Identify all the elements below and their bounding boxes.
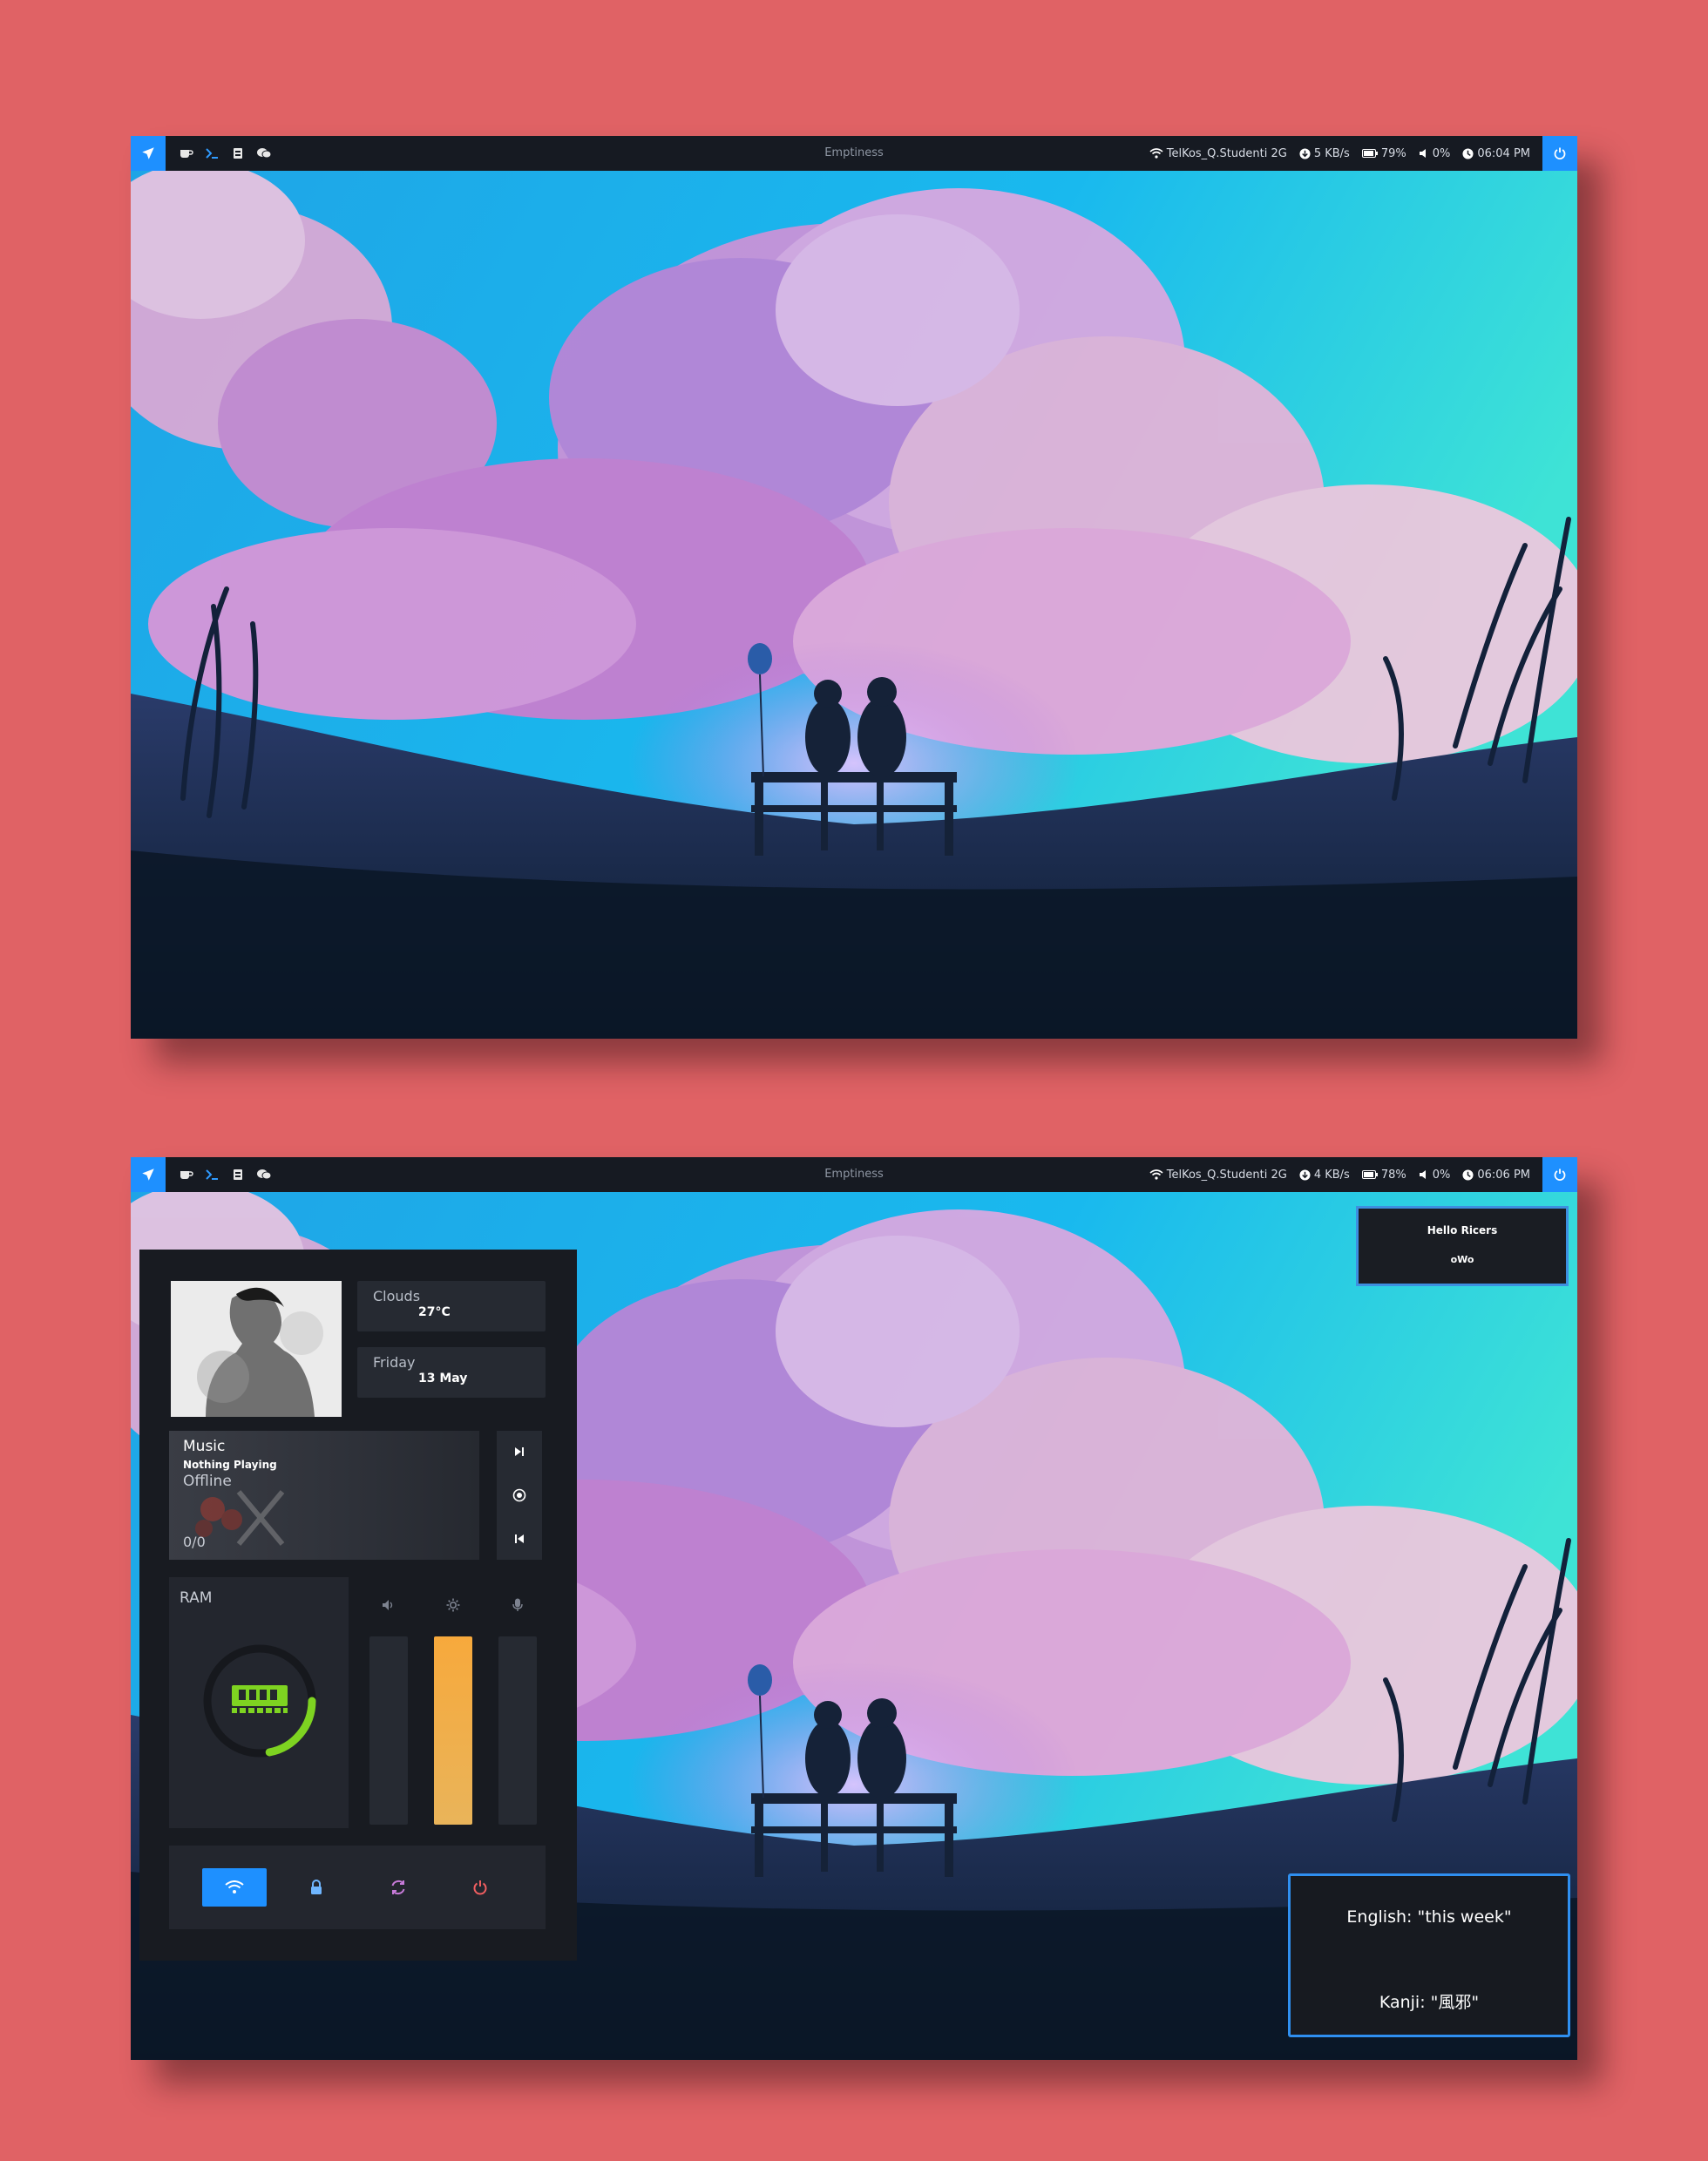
english-word: English: "this week" — [1346, 1907, 1512, 1927]
ram-label: RAM — [180, 1589, 213, 1607]
music-track: Nothing Playing — [183, 1459, 277, 1471]
chat-icon[interactable] — [256, 1169, 272, 1181]
clock: 06:04 PM — [1462, 147, 1530, 160]
power-icon[interactable] — [1542, 1157, 1577, 1192]
net-speed-value: 5 KB/s — [1313, 146, 1350, 160]
status-area: TelKos_Q.Studenti 2G 4 KB/s 78% 0% 06:06… — [1142, 1157, 1530, 1192]
dashboard-panel: Clouds 27°C Friday 13 May Music Nothing … — [139, 1250, 577, 1961]
previous-icon[interactable] — [497, 1521, 542, 1556]
download-icon — [1299, 1169, 1311, 1181]
ram-widget: RAM — [169, 1577, 349, 1828]
music-widget: Music Nothing Playing Offline 0/0 — [169, 1431, 479, 1560]
kanji-word: Kanji: "風邪" — [1379, 1993, 1480, 2012]
volume-icon — [1419, 1170, 1426, 1179]
battery-value: 78% — [1380, 1168, 1406, 1182]
status-area: TelKos_Q.Studenti 2G 5 KB/s 79% 0% 06:04… — [1142, 136, 1530, 171]
app-launchers — [180, 1157, 272, 1192]
wifi-status[interactable]: TelKos_Q.Studenti 2G — [1149, 147, 1287, 160]
ram-chip-icon — [232, 1685, 288, 1713]
files-icon[interactable] — [232, 1169, 244, 1181]
wifi-icon[interactable] — [202, 1868, 267, 1907]
battery-icon — [1361, 1170, 1378, 1179]
coffee-icon[interactable] — [180, 1169, 193, 1181]
date-card: Friday 13 May — [357, 1347, 546, 1398]
rocket-icon[interactable] — [131, 136, 166, 171]
next-icon[interactable] — [497, 1434, 542, 1469]
clock-icon — [1462, 147, 1474, 159]
desktop-screenshot-1: Emptiness TelKos_Q.Studenti 2G 5 KB/s 79… — [131, 136, 1577, 1039]
files-icon[interactable] — [232, 147, 244, 159]
volume-slider[interactable] — [369, 1636, 408, 1825]
music-controls — [497, 1431, 542, 1560]
page: { "colors": { "page_background": "#e0626… — [0, 0, 1708, 2161]
app-launchers — [180, 136, 272, 171]
volume-value: 0% — [1432, 146, 1451, 160]
volume-value: 0% — [1432, 1168, 1451, 1182]
clock: 06:06 PM — [1462, 1169, 1530, 1182]
wifi-icon — [1149, 1169, 1163, 1180]
weather-label: Clouds — [373, 1288, 421, 1304]
network-speed: 4 KB/s — [1299, 1169, 1350, 1182]
wifi-name: TelKos_Q.Studenti 2G — [1166, 1168, 1287, 1182]
rocket-icon[interactable] — [131, 1157, 166, 1192]
download-icon — [1299, 147, 1311, 159]
power-icon[interactable] — [1542, 136, 1577, 171]
clock-time: 06:06 PM — [1477, 1168, 1530, 1182]
network-speed: 5 KB/s — [1299, 147, 1350, 160]
hello-line-1: Hello Ricers — [1427, 1224, 1498, 1236]
microphone-icon[interactable] — [498, 1598, 537, 1616]
brightness-slider[interactable] — [434, 1636, 472, 1825]
weather-card: Clouds 27°C — [357, 1281, 546, 1331]
brightness-slider-fill — [434, 1636, 472, 1825]
music-status: Offline — [183, 1473, 232, 1490]
wifi-name: TelKos_Q.Studenti 2G — [1166, 146, 1287, 160]
weekday-label: Friday — [373, 1354, 416, 1371]
top-bar: Emptiness TelKos_Q.Studenti 2G 4 KB/s 78… — [131, 1157, 1577, 1192]
ram-gauge — [203, 1644, 316, 1758]
wifi-icon — [1149, 148, 1163, 159]
terminal-icon[interactable] — [206, 1169, 220, 1181]
clock-icon — [1462, 1169, 1474, 1181]
hello-notification[interactable]: Hello Ricers oWo — [1356, 1206, 1569, 1286]
battery-status: 79% — [1361, 146, 1406, 160]
volume-status[interactable]: 0% — [1419, 146, 1451, 160]
music-position: 0/0 — [183, 1534, 206, 1550]
quick-actions — [169, 1846, 546, 1929]
net-speed-value: 4 KB/s — [1313, 1168, 1350, 1182]
wallpaper — [131, 136, 1577, 1039]
lock-icon[interactable] — [284, 1868, 349, 1907]
volume-icon[interactable] — [369, 1598, 408, 1615]
date-value: 13 May — [418, 1372, 468, 1385]
terminal-icon[interactable] — [206, 147, 220, 159]
battery-icon — [1361, 149, 1378, 158]
battery-value: 79% — [1380, 146, 1406, 160]
hello-line-2: oWo — [1450, 1254, 1474, 1265]
coffee-icon[interactable] — [180, 147, 193, 159]
play-pause-icon[interactable] — [497, 1478, 542, 1513]
weather-temperature: 27°C — [418, 1305, 451, 1319]
refresh-icon[interactable] — [366, 1868, 430, 1907]
wifi-status[interactable]: TelKos_Q.Studenti 2G — [1149, 1169, 1287, 1182]
volume-status[interactable]: 0% — [1419, 1168, 1451, 1182]
battery-status: 78% — [1361, 1168, 1406, 1182]
clock-time: 06:04 PM — [1477, 146, 1530, 160]
power-icon[interactable] — [448, 1868, 512, 1907]
music-title: Music — [183, 1438, 226, 1455]
desktop-screenshot-2: Emptiness TelKos_Q.Studenti 2G 4 KB/s 78… — [131, 1157, 1577, 2060]
brightness-icon[interactable] — [434, 1598, 472, 1616]
chat-icon[interactable] — [256, 147, 272, 159]
word-notification[interactable]: English: "this week" Kanji: "風邪" — [1288, 1873, 1570, 2037]
profile-avatar — [171, 1281, 342, 1417]
top-bar: Emptiness TelKos_Q.Studenti 2G 5 KB/s 79… — [131, 136, 1577, 171]
microphone-slider[interactable] — [498, 1636, 537, 1825]
volume-icon — [1419, 149, 1426, 158]
